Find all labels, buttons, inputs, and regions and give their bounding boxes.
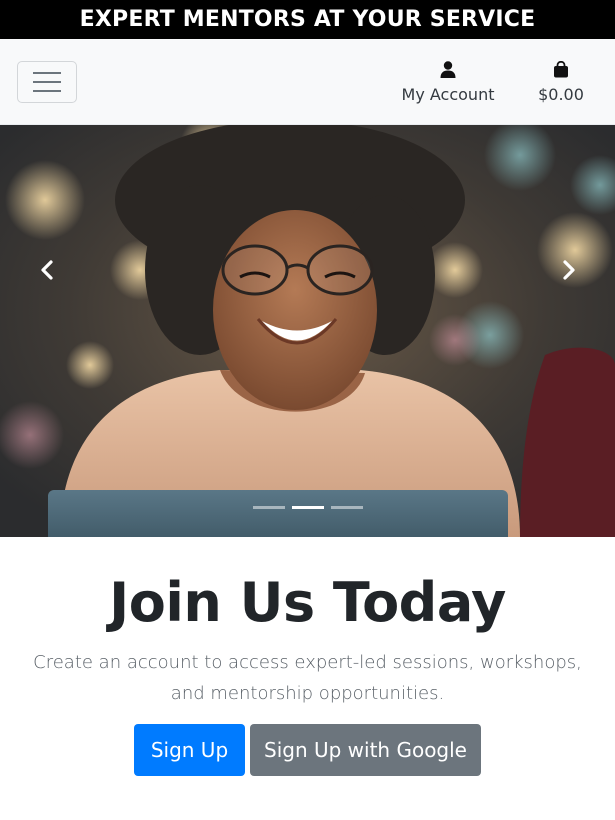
join-section: Join Us Today Create an account to acces… (0, 537, 615, 820)
hero-image (0, 125, 615, 537)
carousel-indicator-2[interactable] (291, 506, 324, 509)
chevron-left-icon (41, 260, 53, 280)
bag-total: $0.00 (538, 85, 584, 104)
banner-text: EXPERT MENTORS AT YOUR SERVICE (79, 7, 536, 32)
join-description: Create an account to access expert-led s… (33, 652, 582, 704)
carousel-indicator-3[interactable] (330, 506, 363, 509)
my-account-link[interactable]: My Account (400, 61, 496, 104)
hero-carousel (0, 125, 615, 537)
hamburger-bar (33, 81, 61, 83)
top-banner: EXPERT MENTORS AT YOUR SERVICE (0, 0, 615, 39)
carousel-indicators (0, 506, 615, 509)
carousel-next-button[interactable] (554, 255, 584, 285)
shopping-bag-icon (554, 61, 568, 78)
chevron-right-icon (563, 260, 575, 280)
menu-toggle-button[interactable] (17, 61, 77, 103)
hamburger-menu-icon (33, 72, 61, 74)
carousel-indicator-1[interactable] (252, 506, 285, 509)
my-account-label: My Account (401, 85, 495, 104)
navbar: My Account $0.00 (0, 39, 615, 125)
join-heading: Join Us Today (109, 571, 506, 634)
sign-up-button[interactable]: Sign Up (134, 724, 245, 776)
shopping-bag-link[interactable]: $0.00 (532, 61, 590, 104)
carousel-prev-button[interactable] (32, 255, 62, 285)
user-icon (440, 61, 456, 78)
hamburger-bar (33, 90, 61, 92)
sign-up-google-button[interactable]: Sign Up with Google (250, 724, 481, 776)
